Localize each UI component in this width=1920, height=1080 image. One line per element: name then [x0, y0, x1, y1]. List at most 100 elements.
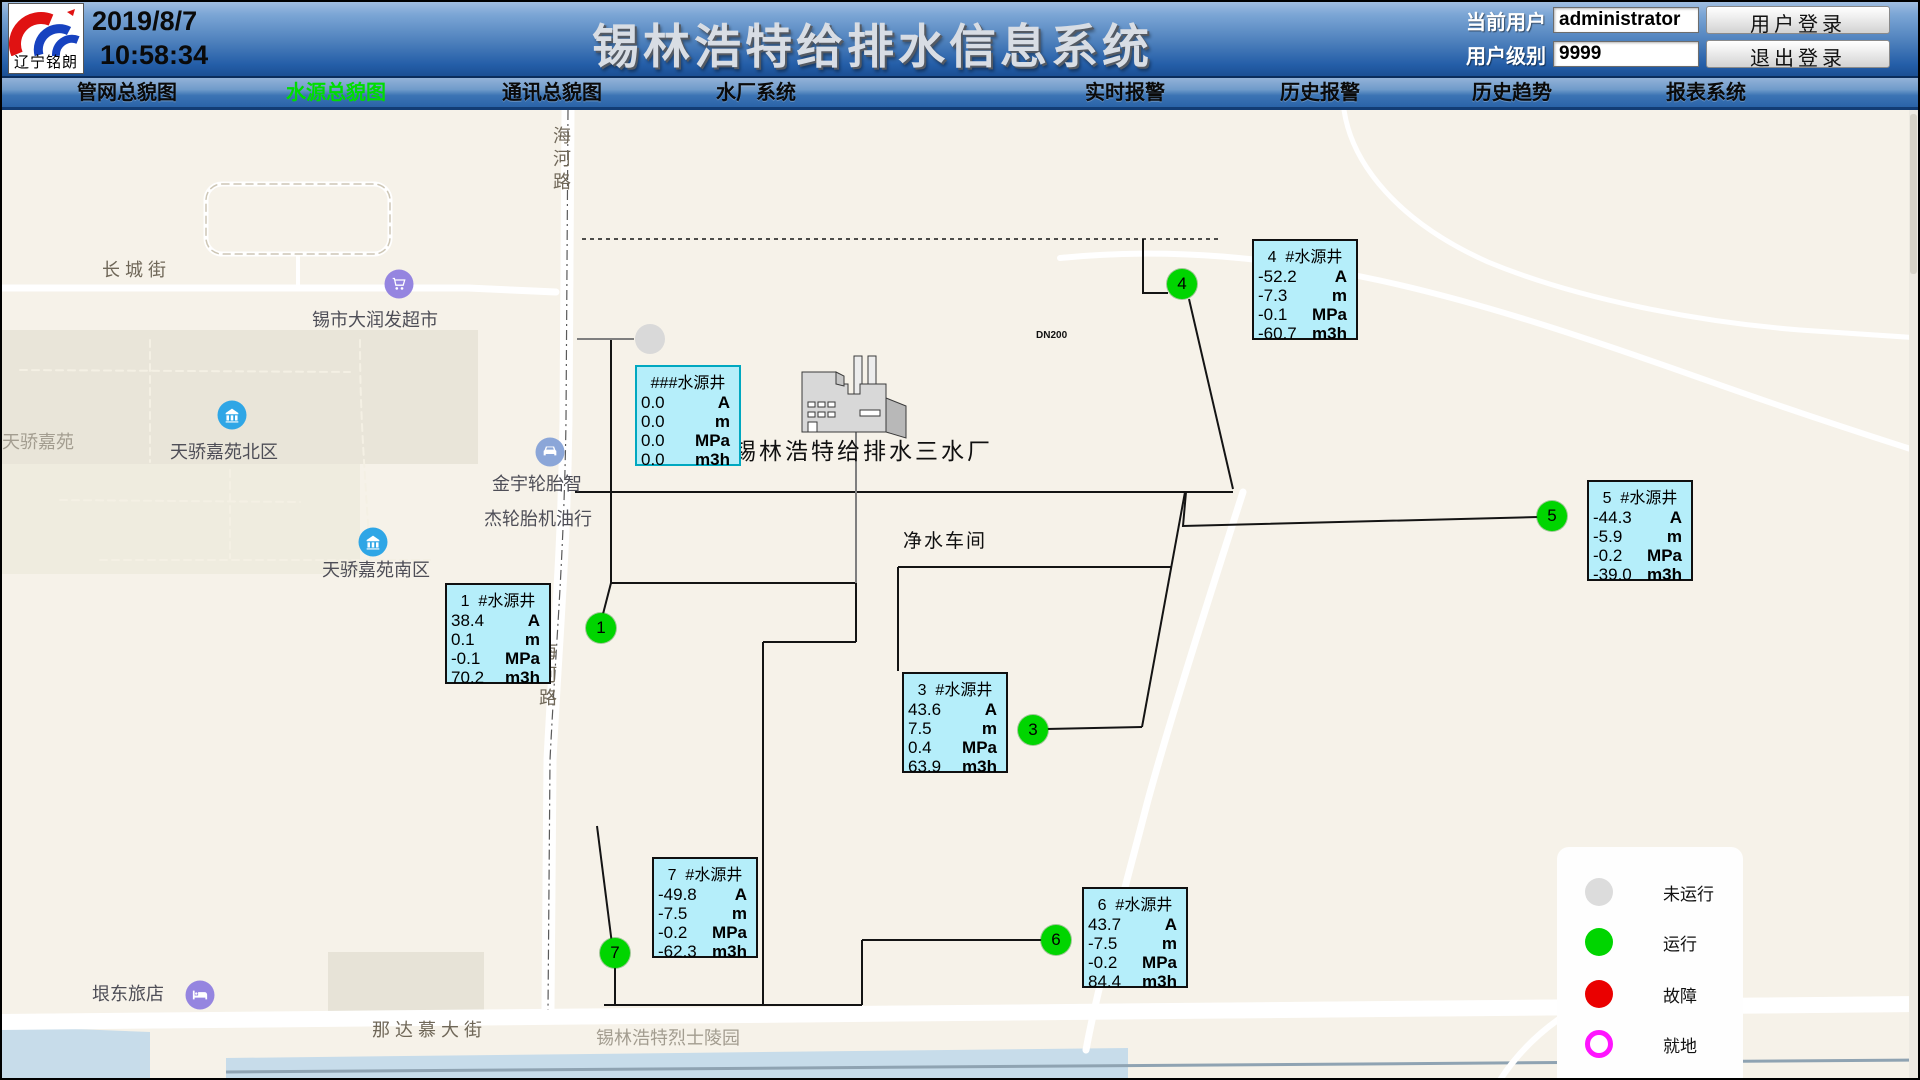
well-measurement-row: -52.2 A [1254, 267, 1356, 286]
well-unit: m [1667, 527, 1682, 546]
street-label: 锡市大润发超市 [312, 306, 438, 332]
well-unit: MPa [962, 738, 997, 757]
nav-item-realtime-alarm[interactable]: 实时报警 [1085, 78, 1165, 108]
well-value: -62.3 [658, 942, 697, 961]
well-value: -0.2 [658, 923, 687, 942]
workshop-label: 净水车间 [903, 526, 987, 553]
well-measurement-row: 63.9m3h [904, 757, 1006, 776]
well-node-7[interactable]: 7 [600, 938, 630, 968]
well-node-idle[interactable] [635, 324, 665, 354]
well-box-7[interactable]: 7 #水源井-49.8A-7.5m-0.2MPa-62.3m3h [652, 857, 758, 958]
well-value: -0.2 [1593, 546, 1622, 565]
well-value: 0.0 [641, 412, 665, 431]
well-unit: m [1162, 934, 1177, 953]
map-scrollbar[interactable] [1909, 110, 1918, 1080]
nav-item-pipe-network-overview[interactable]: 管网总貌图 [77, 78, 177, 108]
well-unit: MPa [505, 649, 540, 668]
well-unit: A [985, 700, 997, 719]
app-window: 辽宁铭朗 2019/8/7 10:58:34 锡林浩特给排水信息系统 当前用户 … [0, 0, 1920, 1080]
well-unit: A [1165, 915, 1177, 934]
well-value: -7.5 [1088, 934, 1117, 953]
plant-title: 锡林浩特给排水三水厂 [733, 432, 993, 466]
well-value: 70.2 [451, 668, 484, 687]
well-unit: A [1335, 267, 1347, 286]
legend-idle-icon [1585, 878, 1613, 906]
well-measurement-row: 43.6 A [904, 700, 1006, 719]
poi-car-icon[interactable] [536, 438, 565, 467]
nav-item-water-source-overview[interactable]: 水源总貌图 [286, 78, 386, 108]
nav-item-comm-overview[interactable]: 通讯总貌图 [502, 78, 602, 108]
nav-item-history-alarm[interactable]: 历史报警 [1280, 78, 1360, 108]
well-value: -52.2 [1258, 267, 1297, 286]
well-measurement-row: -60.7m3h [1254, 324, 1356, 343]
street-label: 杰轮胎机油行 [484, 505, 592, 531]
well-measurement-row: 0.0 MPa [637, 431, 739, 450]
legend-item-run: 运行 [1557, 927, 1743, 957]
well-box-5[interactable]: 5 #水源井-44.3A-5.9m-0.2MPa-39.0m3h [1587, 480, 1693, 581]
map-canvas[interactable]: 锡林浩特给排水三水厂 净水车间 DN200 未运行运行故障就地 海河路海河路长 … [0, 110, 1920, 1080]
well-value: 38.4 [451, 611, 484, 630]
well-measurement-row: -5.9m [1589, 527, 1691, 546]
well-measurement-row: -0.2MPa [654, 923, 756, 942]
well-value: 0.0 [641, 450, 665, 469]
status-legend: 未运行运行故障就地 [1557, 847, 1743, 1080]
legend-local-icon [1585, 1030, 1613, 1058]
well-unit: m3h [1312, 324, 1347, 343]
well-box-4[interactable]: 4 #水源井-52.2A-7.3m-0.1MPa-60.7m3h [1252, 239, 1358, 340]
well-measurement-row: 0.4MPa [904, 738, 1006, 757]
well-measurement-row: 0.1m [447, 630, 549, 649]
user-level-input[interactable] [1553, 41, 1699, 67]
nav-item-history-trend[interactable]: 历史趋势 [1472, 78, 1552, 108]
well-measurement-row: 7.5m [904, 719, 1006, 738]
poi-bed-icon[interactable] [186, 981, 215, 1010]
street-label: 天骄嘉苑南区 [322, 556, 430, 582]
datetime: 2019/8/7 10:58:34 [92, 4, 208, 72]
legend-label: 未运行 [1663, 880, 1714, 905]
user-level-label: 用户级别 [1458, 40, 1546, 69]
well-value: -49.8 [658, 885, 697, 904]
well-measurement-row: -44.3A [1589, 508, 1691, 527]
well-node-5[interactable]: 5 [1537, 501, 1567, 531]
well-unit: A [1670, 508, 1682, 527]
well-value: 0.0 [641, 393, 665, 412]
well-value: 0.0 [641, 431, 665, 450]
well-unit: A [718, 393, 730, 412]
well-node-4[interactable]: 4 [1167, 269, 1197, 299]
map-scrollbar-thumb[interactable] [1910, 114, 1917, 274]
logo-arcs-icon [9, 4, 83, 56]
well-unit: m [1332, 286, 1347, 305]
login-button[interactable]: 用户登录 [1706, 6, 1890, 34]
well-measurement-row: -0.1MPa [1254, 305, 1356, 324]
well-node-3[interactable]: 3 [1018, 715, 1048, 745]
logout-button[interactable]: 退出登录 [1706, 40, 1890, 68]
company-logo: 辽宁铭朗 [8, 3, 84, 74]
well-measurement-row: -0.2MPa [1589, 546, 1691, 565]
nav-item-plant-system[interactable]: 水厂系统 [716, 78, 796, 108]
well-measurement-row: 84.4m3h [1084, 972, 1186, 991]
legend-label: 运行 [1663, 930, 1697, 955]
well-unit: m3h [962, 757, 997, 776]
legend-run-icon [1585, 928, 1613, 956]
current-user-input[interactable] [1553, 7, 1699, 33]
street-label: 锡林浩特烈士陵园 [596, 1024, 740, 1050]
well-box-1[interactable]: 1 #水源井38.4A0.1m-0.1MPa70.2m3h [445, 583, 551, 684]
nav-item-report-system[interactable]: 报表系统 [1666, 78, 1746, 108]
well-box-3[interactable]: 3 #水源井43.6A7.5m0.4MPa63.9m3h [902, 672, 1008, 773]
well-box-placeholder[interactable]: ###水源井0.0A0.0m0.0MPa0.0m3h [635, 365, 741, 466]
well-unit: m3h [505, 668, 540, 687]
poi-building-icon[interactable] [218, 401, 247, 430]
poi-cart-icon[interactable] [385, 270, 414, 299]
well-node-6[interactable]: 6 [1041, 925, 1071, 955]
well-box-title: 7 #水源井 [654, 859, 756, 885]
well-unit: m3h [695, 450, 730, 469]
street-label: 长 城 街 [102, 256, 166, 282]
well-box-6[interactable]: 6 #水源井43.7A-7.5m-0.2MPa84.4m3h [1082, 887, 1188, 988]
poi-building-icon[interactable] [359, 528, 388, 557]
well-unit: MPa [695, 431, 730, 450]
well-box-title: 4 #水源井 [1254, 241, 1356, 267]
street-label: 垠东旅店 [92, 980, 164, 1006]
well-node-1[interactable]: 1 [586, 613, 616, 643]
well-value: 0.1 [451, 630, 475, 649]
well-value: 43.6 [908, 700, 941, 719]
factory-icon [802, 356, 906, 438]
